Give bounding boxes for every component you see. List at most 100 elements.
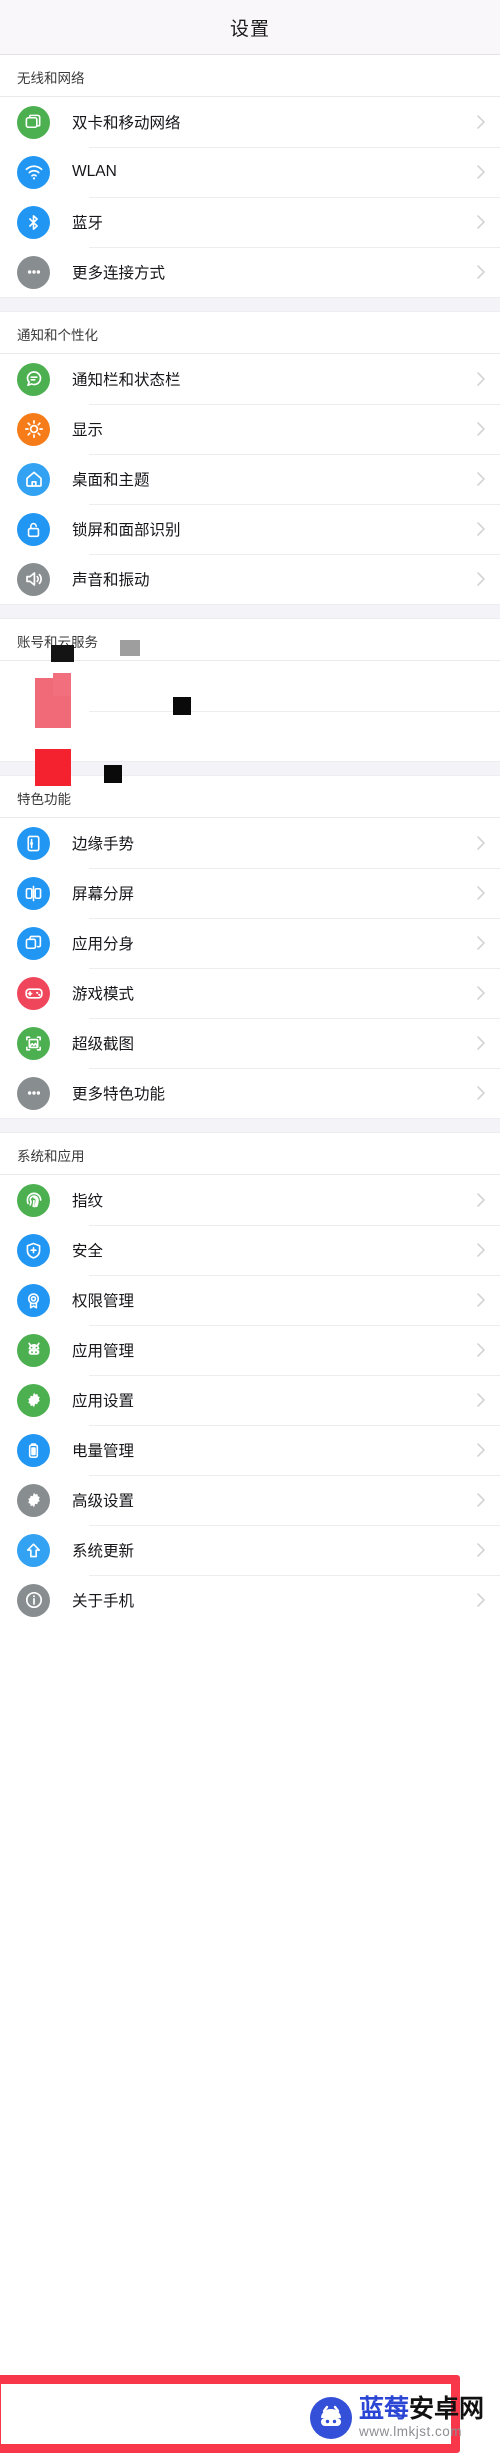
settings-screen: 设置 无线和网络双卡和移动网络 WLAN 蓝牙更多连接方式通知和个性化 通知栏和状态栏… (0, 0, 500, 2463)
settings-row-brightness-sun-icon[interactable]: 显示 (0, 404, 500, 454)
settings-row-info-icon[interactable]: 关于手机 (0, 1575, 500, 1625)
settings-row-label: 权限管理 (72, 1293, 135, 1310)
settings-row-label: 关于手机 (72, 1593, 135, 1610)
chevron-right-icon (476, 264, 486, 280)
settings-row-lock-icon[interactable]: 锁屏和面部识别 (0, 504, 500, 554)
settings-list[interactable]: 无线和网络双卡和移动网络 WLAN 蓝牙更多连接方式通知和个性化 通知栏和状态栏 显示桌… (0, 55, 500, 1625)
screenshot-icon (17, 1026, 50, 1060)
redacted-block (51, 645, 74, 662)
settings-row-split-screen-icon[interactable]: 屏幕分屏 (0, 868, 500, 918)
section-header: 系统和应用 (0, 1133, 500, 1175)
settings-row-arrow-up-icon[interactable]: 系统更新 (0, 1525, 500, 1575)
section-header: 无线和网络 (0, 55, 500, 97)
speaker-icon (17, 562, 50, 596)
chevron-right-icon (476, 885, 486, 901)
chevron-right-icon (476, 1592, 486, 1608)
chevron-right-icon (476, 1442, 486, 1458)
android-robot-icon (17, 1333, 50, 1367)
settings-row-label: 系统更新 (72, 1543, 135, 1560)
chevron-right-icon (476, 1292, 486, 1308)
chevron-right-icon (476, 571, 486, 587)
settings-row-label: 应用设置 (72, 1393, 135, 1410)
app-clone-icon (17, 926, 50, 960)
settings-row-label: 更多连接方式 (72, 265, 166, 282)
settings-row-redacted[interactable] (0, 711, 500, 761)
chevron-right-icon (476, 1342, 486, 1358)
edge-gesture-icon (17, 826, 50, 860)
info-icon (17, 1583, 50, 1617)
lock-icon (17, 512, 50, 546)
watermark-name-black: 安卓网 (409, 2395, 485, 2424)
settings-row-screenshot-icon[interactable]: 超级截图 (0, 1018, 500, 1068)
settings-row-gear-icon[interactable]: 高级设置 (0, 1475, 500, 1525)
settings-row-label: 蓝牙 (72, 215, 104, 232)
settings-row-chat-bubble-icon[interactable]: 通知栏和状态栏 (0, 354, 500, 404)
chevron-right-icon (476, 1085, 486, 1101)
section-divider (0, 1118, 500, 1133)
settings-row-label: 游戏模式 (72, 986, 135, 1003)
settings-row-shield-icon[interactable]: 安全 (0, 1225, 500, 1275)
section-header-label: 特色功能 (17, 792, 71, 807)
settings-group: 边缘手势屏幕分屏应用分身游戏模式超级截图更多特色功能 (0, 818, 500, 1118)
home-icon (17, 462, 50, 496)
watermark: 蓝莓安卓网 www.lmkjst.com (310, 2397, 484, 2439)
chevron-right-icon (476, 421, 486, 437)
settings-row-gear-icon[interactable]: 应用设置 (0, 1375, 500, 1425)
chevron-right-icon (476, 1192, 486, 1208)
redacted-block (104, 765, 122, 783)
settings-row-label: 应用分身 (72, 936, 135, 953)
chevron-right-icon (476, 935, 486, 951)
chevron-right-icon (476, 1542, 486, 1558)
chevron-right-icon (476, 214, 486, 230)
section-header-label: 账号和云服务 (17, 635, 98, 650)
gamepad-icon (17, 976, 50, 1010)
settings-row-label: 锁屏和面部识别 (72, 522, 181, 539)
gear-icon (17, 1383, 50, 1417)
settings-row-speaker-icon[interactable]: 声音和振动 (0, 554, 500, 604)
chat-bubble-icon (17, 362, 50, 396)
settings-row-label: 边缘手势 (72, 836, 135, 853)
settings-row-edge-gesture-icon[interactable]: 边缘手势 (0, 818, 500, 868)
settings-row-sim-card-icon[interactable]: 双卡和移动网络 (0, 97, 500, 147)
section-header-label: 无线和网络 (17, 71, 85, 86)
settings-row-more-dots-icon[interactable]: 更多连接方式 (0, 247, 500, 297)
redacted-block (120, 640, 140, 656)
section-divider (0, 604, 500, 619)
settings-row-label: 电量管理 (72, 1443, 135, 1460)
section-header: 通知和个性化 (0, 312, 500, 354)
title-bar: 设置 (0, 0, 500, 55)
brightness-sun-icon (17, 412, 50, 446)
chevron-right-icon (476, 471, 486, 487)
settings-row-app-clone-icon[interactable]: 应用分身 (0, 918, 500, 968)
redacted-block (53, 673, 71, 696)
settings-row-android-robot-icon[interactable]: 应用管理 (0, 1325, 500, 1375)
settings-row-label: 更多特色功能 (72, 1086, 166, 1103)
settings-row-wifi-icon[interactable]: WLAN (0, 147, 500, 197)
chevron-right-icon (476, 1492, 486, 1508)
chevron-right-icon (476, 1035, 486, 1051)
settings-row-label: 双卡和移动网络 (72, 115, 181, 132)
watermark-logo-icon (310, 2397, 352, 2439)
bluetooth-icon (17, 205, 50, 239)
settings-row-label: 桌面和主题 (72, 472, 150, 489)
settings-row-redacted[interactable] (0, 661, 500, 711)
settings-row-battery-icon[interactable]: 电量管理 (0, 1425, 500, 1475)
settings-row-label: 超级截图 (72, 1036, 135, 1053)
settings-row-gamepad-icon[interactable]: 游戏模式 (0, 968, 500, 1018)
settings-row-bluetooth-icon[interactable]: 蓝牙 (0, 197, 500, 247)
settings-row-fingerprint-icon[interactable]: 指纹 (0, 1175, 500, 1225)
chevron-right-icon (476, 835, 486, 851)
section-header: 账号和云服务 (0, 619, 500, 661)
settings-row-more-dots-icon[interactable]: 更多特色功能 (0, 1068, 500, 1118)
watermark-url: www.lmkjst.com (359, 2424, 463, 2440)
settings-row-badge-icon[interactable]: 权限管理 (0, 1275, 500, 1325)
settings-row-label: 屏幕分屏 (72, 886, 135, 903)
shield-icon (17, 1233, 50, 1267)
redacted-block (35, 749, 71, 786)
battery-icon (17, 1433, 50, 1467)
badge-icon (17, 1283, 50, 1317)
split-screen-icon (17, 876, 50, 910)
fingerprint-icon (17, 1183, 50, 1217)
settings-group: 通知栏和状态栏 显示桌面和主题锁屏和面部识别声音和振动 (0, 354, 500, 604)
settings-row-home-icon[interactable]: 桌面和主题 (0, 454, 500, 504)
